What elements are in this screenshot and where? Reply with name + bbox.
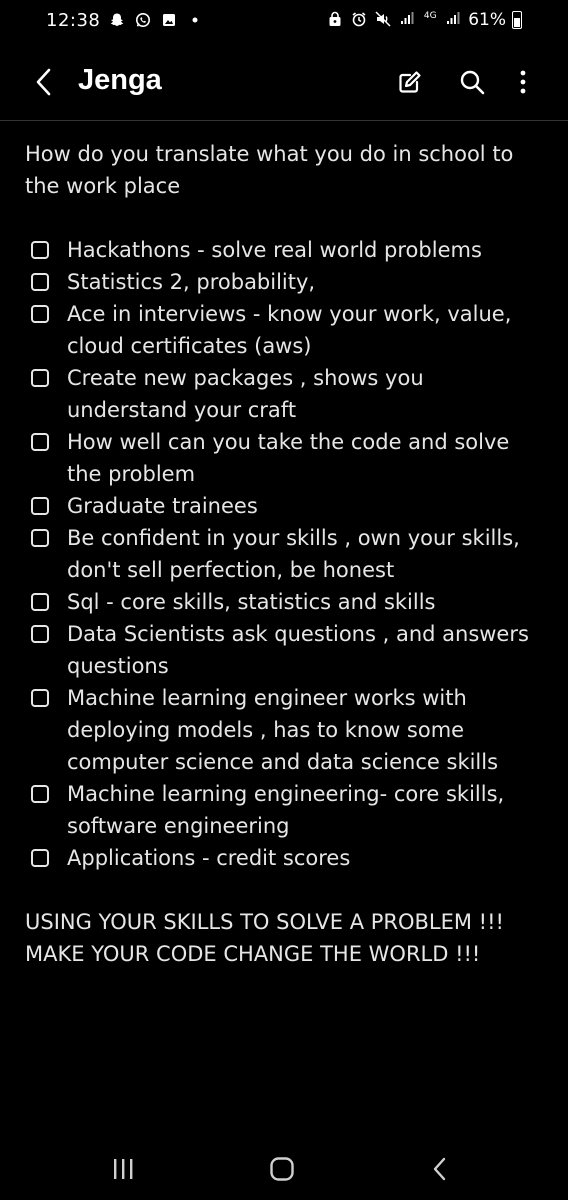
checklist: Hackathons - solve real world problems S…: [25, 234, 545, 874]
signal-icon: [444, 11, 462, 29]
checkbox[interactable]: [31, 497, 49, 515]
home-button[interactable]: [262, 1154, 302, 1184]
checklist-item-label: Data Scientists ask questions , and answ…: [67, 622, 529, 678]
network-4g-icon: 4G: [423, 11, 437, 21]
recents-button[interactable]: [103, 1154, 143, 1184]
checkbox[interactable]: [31, 433, 49, 451]
app-bar-divider: [0, 120, 568, 121]
gallery-icon: [160, 12, 178, 30]
checkbox[interactable]: [31, 529, 49, 547]
notification-dot-icon: [186, 12, 204, 30]
checklist-item[interactable]: Ace in interviews - know your work, valu…: [25, 298, 545, 362]
status-time: 12:38: [46, 10, 101, 31]
system-nav-bar: [0, 1138, 568, 1200]
app-bar: Jenga: [0, 44, 568, 120]
checklist-item[interactable]: How well can you take the code and solve…: [25, 426, 545, 490]
search-button[interactable]: [454, 64, 490, 100]
alarm-icon: [350, 11, 368, 29]
back-icon: [433, 1157, 446, 1181]
battery-icon: [512, 11, 522, 29]
home-icon: [270, 1157, 294, 1181]
signal-icon: [398, 11, 416, 29]
status-left: 12:38: [46, 10, 204, 31]
chevron-left-icon: [36, 68, 51, 96]
checklist-item[interactable]: Graduate trainees: [25, 490, 545, 522]
checklist-item[interactable]: Create new packages , shows you understa…: [25, 362, 545, 426]
checklist-item-label: Hackathons - solve real world problems: [67, 238, 482, 262]
checklist-item-label: Machine learning engineer works with dep…: [67, 686, 499, 774]
battery-percent: 61%: [468, 10, 506, 30]
checklist-item[interactable]: Applications - credit scores: [25, 842, 545, 874]
checkbox[interactable]: [31, 593, 49, 611]
note-intro: How do you translate what you do in scho…: [25, 142, 514, 198]
checkbox[interactable]: [31, 625, 49, 643]
nav-back-button[interactable]: [420, 1154, 460, 1184]
whatsapp-icon: [134, 12, 152, 30]
checkbox[interactable]: [31, 241, 49, 259]
checkbox[interactable]: [31, 305, 49, 323]
checklist-item[interactable]: Statistics 2, probability,: [25, 266, 545, 298]
checklist-item[interactable]: Hackathons - solve real world problems: [25, 234, 545, 266]
checkbox[interactable]: [31, 849, 49, 867]
checklist-item-label: Statistics 2, probability,: [67, 270, 316, 294]
checklist-item-label: Applications - credit scores: [67, 846, 351, 870]
checkbox[interactable]: [31, 369, 49, 387]
page-title: Jenga: [78, 64, 162, 96]
note-body[interactable]: How do you translate what you do in scho…: [25, 138, 545, 970]
snapchat-icon: [108, 12, 126, 30]
search-icon: [460, 70, 485, 95]
checklist-item[interactable]: Machine learning engineering- core skill…: [25, 778, 545, 842]
checklist-item-label: Be confident in your skills , own your s…: [67, 526, 520, 582]
checklist-item-label: Ace in interviews - know your work, valu…: [67, 302, 512, 358]
more-vert-icon: [520, 70, 526, 94]
closing-line: MAKE YOUR CODE CHANGE THE WORLD !!!: [25, 942, 481, 966]
status-right: 4G 61%: [326, 10, 522, 30]
checklist-item[interactable]: Be confident in your skills , own your s…: [25, 522, 545, 586]
checklist-item[interactable]: Sql - core skills, statistics and skills: [25, 586, 545, 618]
checklist-item-label: Machine learning engineering- core skill…: [67, 782, 505, 838]
checkbox[interactable]: [31, 689, 49, 707]
checklist-item-label: Graduate trainees: [67, 494, 258, 518]
checklist-item-label: Sql - core skills, statistics and skills: [67, 590, 436, 614]
checklist-item-label: How well can you take the code and solve…: [67, 430, 510, 486]
checklist-item-label: Create new packages , shows you understa…: [67, 366, 424, 422]
checkbox[interactable]: [31, 273, 49, 291]
checklist-item[interactable]: Data Scientists ask questions , and answ…: [25, 618, 545, 682]
checkbox[interactable]: [31, 785, 49, 803]
closing-line: USING YOUR SKILLS TO SOLVE A PROBLEM !!!: [25, 910, 504, 934]
more-options-button[interactable]: [505, 64, 541, 100]
alarm-lock-icon: [326, 11, 344, 29]
edit-button[interactable]: [392, 64, 428, 100]
back-button[interactable]: [26, 62, 62, 102]
status-bar: 12:38 4G 61%: [0, 0, 568, 44]
recents-icon: [114, 1159, 133, 1179]
mute-icon: [374, 11, 392, 29]
checklist-item[interactable]: Machine learning engineer works with dep…: [25, 682, 545, 778]
edit-icon: [399, 71, 421, 93]
closing-text: USING YOUR SKILLS TO SOLVE A PROBLEM !!!…: [25, 906, 545, 970]
